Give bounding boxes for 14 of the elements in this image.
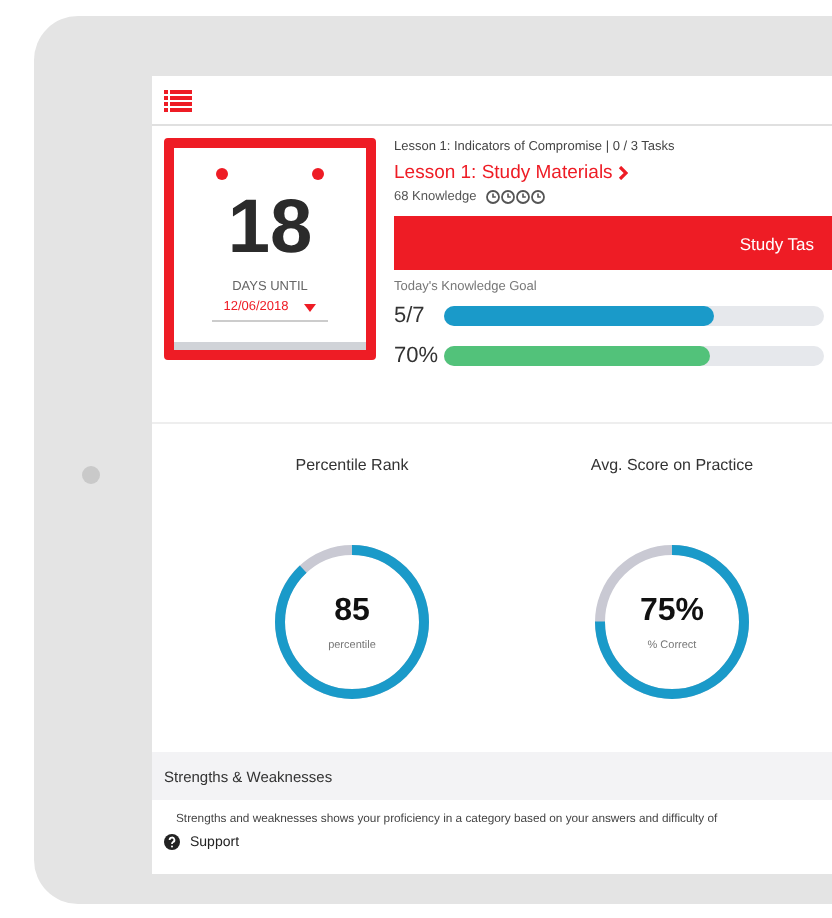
days-count: 18 (227, 188, 313, 268)
stat-title: Percentile Rank (295, 456, 409, 474)
chevron-icon (618, 166, 629, 180)
study-tasks-button[interactable]: Study Tas (394, 216, 832, 270)
help-icon (164, 834, 180, 850)
stat-value: 75% (639, 593, 705, 629)
goal-reading: 70% (394, 344, 438, 368)
goal-reading: 5/7 (394, 304, 427, 328)
clock-icons-drawing (486, 190, 547, 204)
stat-title: Avg. Score on Practice (590, 456, 754, 474)
menu-icon[interactable] (164, 89, 192, 111)
lesson-link[interactable]: Lesson 1: Study Materials (394, 162, 832, 184)
caret-icon (304, 303, 317, 311)
stat-value: 85 (334, 593, 370, 629)
